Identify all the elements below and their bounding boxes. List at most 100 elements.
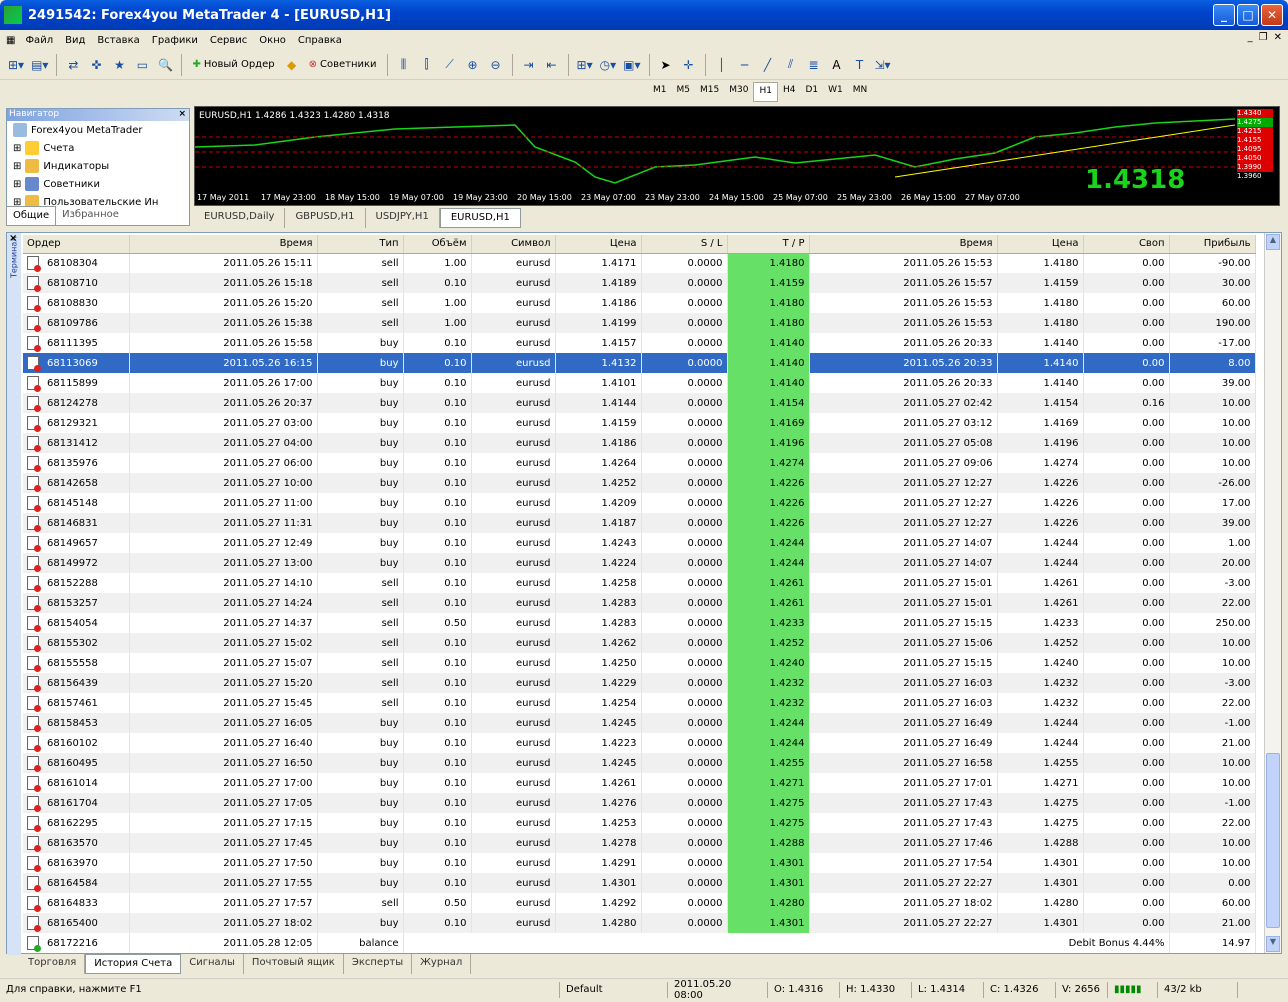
tf-m30[interactable]: M30 xyxy=(724,82,753,102)
trendline-icon[interactable]: ╱ xyxy=(758,54,778,76)
table-row[interactable]: 68154054 2011.05.27 14:37 sell 0.50 eurusd 1.… xyxy=(23,613,1256,633)
cursor-icon[interactable]: ➤ xyxy=(656,54,676,76)
bar-chart-icon[interactable]: ⫼ xyxy=(394,54,414,76)
table-row[interactable]: 68165400 2011.05.27 18:02 buy 0.10 eurusd 1.4… xyxy=(23,913,1256,933)
table-row[interactable]: 68108304 2011.05.26 15:11 sell 1.00 eurusd 1.… xyxy=(23,253,1256,273)
tab-trade[interactable]: Торговля xyxy=(20,954,86,974)
close-button[interactable]: ✕ xyxy=(1261,4,1283,26)
table-row[interactable]: 68163970 2011.05.27 17:50 buy 0.10 eurusd 1.4… xyxy=(23,853,1256,873)
navigator-icon[interactable]: ★ xyxy=(109,54,129,76)
table-row[interactable]: 68129321 2011.05.27 03:00 buy 0.10 eurusd 1.4… xyxy=(23,413,1256,433)
table-row[interactable]: 68135976 2011.05.27 06:00 buy 0.10 eurusd 1.4… xyxy=(23,453,1256,473)
table-row[interactable]: 68142658 2011.05.27 10:00 buy 0.10 eurusd 1.4… xyxy=(23,473,1256,493)
expand-icon[interactable]: ⊞ xyxy=(13,143,21,154)
table-row[interactable]: 68124278 2011.05.26 20:37 buy 0.10 eurusd 1.4… xyxy=(23,393,1256,413)
line-chart-icon[interactable]: ⟋ xyxy=(440,54,460,76)
text-icon[interactable]: A xyxy=(827,54,847,76)
table-row[interactable]: 68164833 2011.05.27 17:57 sell 0.50 eurusd 1.… xyxy=(23,893,1256,913)
menu-charts[interactable]: Графики xyxy=(146,35,204,46)
scroll-up-icon[interactable]: ▲ xyxy=(1266,234,1280,250)
table-row[interactable]: 68161704 2011.05.27 17:05 buy 0.10 eurusd 1.4… xyxy=(23,793,1256,813)
menu-help[interactable]: Справка xyxy=(292,35,348,46)
nav-item-root[interactable]: Forex4you MetaTrader xyxy=(7,121,189,139)
table-row[interactable]: 68164584 2011.05.27 17:55 buy 0.10 eurusd 1.4… xyxy=(23,873,1256,893)
chart-tab[interactable]: EURUSD,Daily xyxy=(194,208,286,228)
table-row[interactable]: 68108710 2011.05.26 15:18 sell 0.10 eurusd 1.… xyxy=(23,273,1256,293)
col-time[interactable]: Время xyxy=(129,235,318,254)
table-row[interactable]: 68152288 2011.05.27 14:10 sell 0.10 eurusd 1.… xyxy=(23,573,1256,593)
data-window-icon[interactable]: ✜ xyxy=(86,54,106,76)
tf-m5[interactable]: M5 xyxy=(672,82,696,102)
vertical-scrollbar[interactable]: ▲ ▼ xyxy=(1264,233,1281,953)
templates-icon[interactable]: ▣▾ xyxy=(621,54,642,76)
balance-row[interactable]: 68172216 2011.05.28 12:05 balance Debit Bon… xyxy=(23,933,1256,953)
col-price[interactable]: Цена xyxy=(555,235,642,254)
menu-insert[interactable]: Вставка xyxy=(91,35,145,46)
table-row[interactable]: 68149657 2011.05.27 12:49 buy 0.10 eurusd 1.4… xyxy=(23,533,1256,553)
metaeditor-icon[interactable]: ◆ xyxy=(282,54,302,76)
channel-icon[interactable]: ⫽ xyxy=(781,54,801,76)
crosshair-icon[interactable]: ✛ xyxy=(679,54,699,76)
candle-chart-icon[interactable]: ⫿ xyxy=(417,54,437,76)
expand-icon[interactable]: ⊞ xyxy=(13,179,21,190)
mdi-close-icon[interactable]: ✕ xyxy=(1274,32,1282,43)
col-close-time[interactable]: Время xyxy=(809,235,998,254)
table-row[interactable]: 68146831 2011.05.27 11:31 buy 0.10 eurusd 1.4… xyxy=(23,513,1256,533)
scroll-down-icon[interactable]: ▼ xyxy=(1266,936,1280,952)
col-close-price[interactable]: Цена xyxy=(997,235,1084,254)
nav-item-experts[interactable]: ⊞ Советники xyxy=(7,175,189,193)
nav-item-indicators[interactable]: ⊞ Индикаторы xyxy=(7,157,189,175)
col-symbol[interactable]: Символ xyxy=(471,235,556,254)
col-volume[interactable]: Объём xyxy=(403,235,472,254)
scroll-thumb[interactable] xyxy=(1266,753,1280,928)
navigator-close-icon[interactable]: × xyxy=(178,109,189,121)
chart-tab[interactable]: GBPUSD,H1 xyxy=(285,208,366,228)
mdi-restore-icon[interactable]: ❐ xyxy=(1259,32,1268,43)
col-swap[interactable]: Своп xyxy=(1083,235,1170,254)
table-row[interactable]: 68155302 2011.05.27 15:02 sell 0.10 eurusd 1.… xyxy=(23,633,1256,653)
table-row[interactable]: 68161014 2011.05.27 17:00 buy 0.10 eurusd 1.4… xyxy=(23,773,1256,793)
expand-icon[interactable]: ⊞ xyxy=(13,161,21,172)
tester-icon[interactable]: 🔍 xyxy=(155,54,175,76)
chart-tab[interactable]: USDJPY,H1 xyxy=(366,208,440,228)
table-row[interactable]: 68145148 2011.05.27 11:00 buy 0.10 eurusd 1.4… xyxy=(23,493,1256,513)
col-tp[interactable]: T / P xyxy=(727,235,810,254)
profiles-icon[interactable]: ▤▾ xyxy=(29,54,50,76)
tab-account-history[interactable]: История Счета xyxy=(85,954,182,974)
minimize-button[interactable]: _ xyxy=(1213,4,1235,26)
menu-file[interactable]: Файл xyxy=(19,35,59,46)
indicators-icon[interactable]: ⊞▾ xyxy=(575,54,595,76)
col-type[interactable]: Тип xyxy=(317,235,404,254)
chart-shift-icon[interactable]: ⇤ xyxy=(542,54,562,76)
table-row[interactable]: 68157461 2011.05.27 15:45 sell 0.10 eurusd 1.… xyxy=(23,693,1256,713)
new-order-button[interactable]: ✚ Новый Ордер xyxy=(188,59,278,70)
table-row[interactable]: 68109786 2011.05.26 15:38 sell 1.00 eurusd 1.… xyxy=(23,313,1256,333)
tab-signals[interactable]: Сигналы xyxy=(181,954,244,974)
tf-h1[interactable]: H1 xyxy=(753,82,778,102)
table-row[interactable]: 68113069 2011.05.26 16:15 buy 0.10 eurusd 1.4… xyxy=(23,353,1256,373)
fibo-icon[interactable]: ≣ xyxy=(804,54,824,76)
chart-tab-active[interactable]: EURUSD,H1 xyxy=(439,208,521,228)
table-row[interactable]: 68160102 2011.05.27 16:40 buy 0.10 eurusd 1.4… xyxy=(23,733,1256,753)
table-row[interactable]: 68163570 2011.05.27 17:45 buy 0.10 eurusd 1.4… xyxy=(23,833,1256,853)
table-row[interactable]: 68160495 2011.05.27 16:50 buy 0.10 eurusd 1.4… xyxy=(23,753,1256,773)
tab-mailbox[interactable]: Почтовый ящик xyxy=(244,954,344,974)
table-row[interactable]: 68131412 2011.05.27 04:00 buy 0.10 eurusd 1.4… xyxy=(23,433,1256,453)
periods-icon[interactable]: ◷▾ xyxy=(598,54,619,76)
table-row[interactable]: 68156439 2011.05.27 15:20 sell 0.10 eurusd 1.… xyxy=(23,673,1256,693)
tf-m15[interactable]: M15 xyxy=(695,82,724,102)
nav-item-accounts[interactable]: ⊞ Счета xyxy=(7,139,189,157)
col-sl[interactable]: S / L xyxy=(641,235,728,254)
menu-view[interactable]: Вид xyxy=(59,35,91,46)
tf-w1[interactable]: W1 xyxy=(823,82,848,102)
tf-d1[interactable]: D1 xyxy=(800,82,823,102)
price-chart[interactable]: EURUSD,H1 1.4286 1.4323 1.4280 1.4318 1.… xyxy=(194,106,1280,206)
table-row[interactable]: 68158453 2011.05.27 16:05 buy 0.10 eurusd 1.4… xyxy=(23,713,1256,733)
menu-window[interactable]: Окно xyxy=(253,35,292,46)
horizontal-line-icon[interactable]: ─ xyxy=(735,54,755,76)
zoom-out-icon[interactable]: ⊖ xyxy=(486,54,506,76)
col-profit[interactable]: Прибыль xyxy=(1169,235,1256,254)
tab-general[interactable]: Общие xyxy=(6,206,57,226)
tf-m1[interactable]: M1 xyxy=(648,82,672,102)
vertical-line-icon[interactable]: │ xyxy=(712,54,732,76)
